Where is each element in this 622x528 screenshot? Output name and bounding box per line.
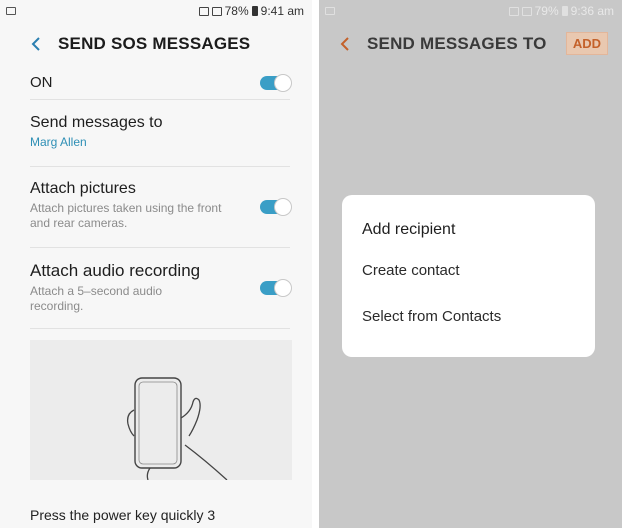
battery-percent: 79% — [534, 4, 559, 18]
screen-divider — [312, 0, 319, 528]
battery-percent: 78% — [224, 4, 249, 18]
hand-phone-illustration — [30, 340, 292, 481]
send-to-title: Send messages to — [30, 114, 163, 131]
attach-audio-row[interactable]: Attach audio recording Attach a 5–second… — [30, 261, 292, 329]
gallery-notification-icon — [6, 7, 16, 15]
attach-pictures-row[interactable]: Attach pictures Attach pictures taken us… — [30, 180, 292, 248]
instruction-text: Press the power key quickly 3 — [30, 507, 216, 523]
attach-pictures-toggle[interactable] — [260, 198, 292, 216]
send-messages-to-screen: 79% 9:36 am SEND MESSAGES TO ADD Add rec… — [319, 0, 622, 528]
page-title: SEND MESSAGES TO — [367, 34, 547, 53]
add-button[interactable]: ADD — [565, 32, 608, 55]
send-to-value: Marg Allen — [30, 135, 87, 149]
lock-icon — [508, 6, 519, 16]
page-title: SEND SOS MESSAGES — [58, 34, 251, 53]
status-time: 9:36 am — [570, 4, 614, 18]
toggle-knob — [274, 198, 292, 216]
master-switch-row[interactable]: ON — [30, 66, 292, 100]
toggle-knob — [274, 279, 292, 297]
master-toggle[interactable] — [260, 74, 292, 92]
app-bar: SEND MESSAGES TO ADD — [319, 22, 622, 66]
add-recipient-dialog: Add recipient Create contact Select from… — [342, 195, 595, 357]
sos-settings-screen: 78% 9:41 am SEND SOS MESSAGES ON Send me… — [0, 0, 312, 528]
create-contact-option[interactable]: Create contact — [362, 262, 460, 279]
status-indicators: 79% 9:36 am — [508, 4, 614, 18]
signal-icon — [521, 6, 532, 16]
send-to-row[interactable]: Send messages to Marg Allen — [30, 114, 290, 167]
attach-audio-title: Attach audio recording — [30, 261, 201, 280]
master-switch-label: ON — [30, 74, 53, 91]
signal-icon — [211, 6, 222, 16]
back-icon[interactable] — [339, 36, 351, 52]
status-bar: 78% 9:41 am — [0, 0, 312, 22]
back-icon[interactable] — [30, 36, 42, 52]
toggle-knob — [274, 74, 292, 92]
dialog-title: Add recipient — [362, 221, 456, 238]
select-from-contacts-option[interactable]: Select from Contacts — [362, 308, 501, 325]
gallery-notification-icon — [325, 7, 335, 15]
attach-audio-toggle[interactable] — [260, 279, 292, 297]
attach-audio-subtitle: Attach a 5–second audio recording. — [30, 284, 163, 313]
battery-icon — [561, 6, 568, 16]
lock-icon — [198, 6, 209, 16]
app-bar: SEND SOS MESSAGES — [0, 22, 312, 66]
hand-phone-icon — [126, 377, 228, 481]
attach-pictures-subtitle: Attach pictures taken using the front an… — [30, 201, 222, 230]
status-bar: 79% 9:36 am — [319, 0, 622, 22]
status-time: 9:41 am — [260, 4, 304, 18]
attach-pictures-title: Attach pictures — [30, 180, 136, 197]
status-indicators: 78% 9:41 am — [198, 4, 304, 18]
battery-icon — [251, 6, 258, 16]
